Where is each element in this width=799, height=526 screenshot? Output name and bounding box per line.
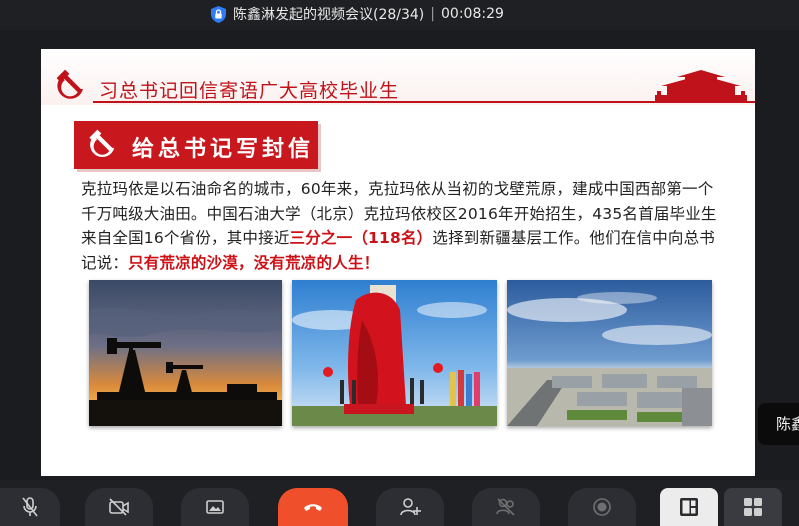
layout-speaker-button[interactable]: [660, 488, 718, 526]
share-screen-icon: [206, 500, 224, 514]
hammer-sickle-icon: [89, 129, 115, 158]
layout-speaker-icon: [680, 498, 698, 516]
tiananmen-icon: [655, 70, 747, 101]
layout-grid-icon: [744, 498, 762, 516]
hammer-sickle-icon: [56, 69, 83, 99]
oil-pump-sunset-photo: [89, 280, 282, 426]
meeting-timer: 00:08:29: [441, 6, 504, 22]
hang-up-button[interactable]: [278, 488, 348, 526]
security-shield-icon[interactable]: [210, 5, 227, 24]
participants-button[interactable]: [472, 488, 540, 526]
add-participant-button[interactable]: [376, 488, 444, 526]
add-participant-icon: [400, 498, 421, 516]
record-icon: [593, 498, 611, 516]
layout-grid-button[interactable]: [724, 488, 782, 526]
mic-muted-icon: [22, 497, 38, 517]
body-highlight-2: 只有荒凉的沙漠，没有荒凉的人生！: [128, 253, 380, 272]
camera-off-icon: [109, 498, 129, 516]
slide-header: 习总书记回信寄语广大高校毕业生: [41, 49, 755, 105]
body-highlight-1: 三分之一（118名）: [289, 229, 433, 247]
hang-up-icon: [304, 504, 322, 511]
meeting-title-bar: 陈鑫淋发起的视频会议(28/34) | 00:08:29: [0, 0, 799, 30]
campus-aerial-photo: [507, 280, 712, 426]
meeting-toolbar: [0, 480, 799, 526]
shared-slide: 习总书记回信寄语广大高校毕业生 给总书记写封信 克拉玛依是以石油命名的城市，60…: [41, 49, 755, 476]
camera-button[interactable]: [85, 488, 153, 526]
banner-title: 给总书记写封信: [132, 137, 315, 162]
participants-icon: [496, 498, 515, 516]
header-divider: [93, 101, 755, 103]
title-separator: |: [430, 6, 435, 22]
share-screen-button[interactable]: [181, 488, 249, 526]
record-button[interactable]: [568, 488, 636, 526]
participant-name-tag[interactable]: 陈鑫: [758, 403, 799, 445]
mic-button[interactable]: [0, 488, 60, 526]
meeting-title: 陈鑫淋发起的视频会议(28/34) | 00:08:29: [210, 4, 504, 24]
slide-header-title: 习总书记回信寄语广大高校毕业生: [99, 80, 400, 102]
section-banner: 给总书记写封信: [74, 121, 318, 169]
meeting-name: 陈鑫淋发起的视频会议(28/34): [233, 7, 425, 23]
monument-unveiling-photo: [292, 280, 497, 426]
slide-body-text: 克拉玛依是以石油命名的城市，60年来，克拉玛依从当初的戈壁荒原，建成中国西部第一…: [81, 177, 721, 275]
